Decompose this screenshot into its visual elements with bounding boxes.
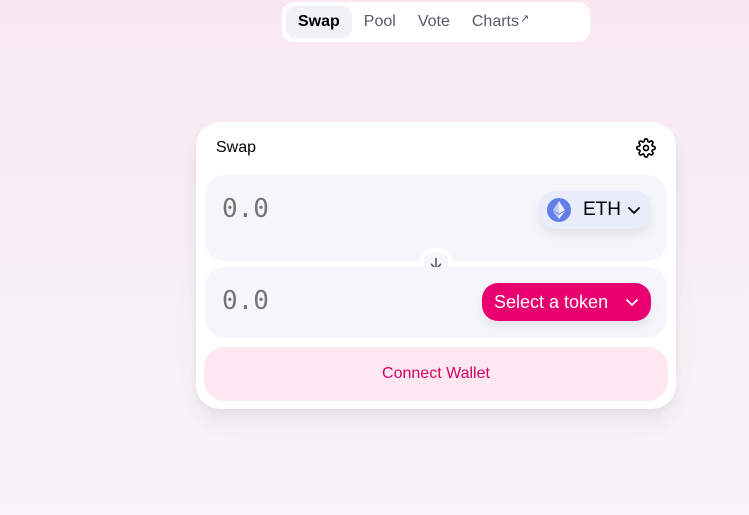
chevron-down-icon <box>626 299 638 306</box>
input-token-select[interactable]: ETH <box>539 191 651 229</box>
select-token-button[interactable]: Select a token <box>482 283 651 321</box>
external-link-icon: ↗ <box>519 12 530 25</box>
tab-vote-label: Vote <box>417 13 450 30</box>
connect-wallet-button[interactable]: Connect Wallet <box>204 347 668 401</box>
input-amount-field[interactable] <box>222 194 442 224</box>
top-nav: Swap Pool Vote Charts ↗ <box>282 2 590 42</box>
select-token-label: Select a token <box>494 291 609 312</box>
tab-pool-label: Pool <box>363 13 396 30</box>
tab-pool[interactable]: Pool <box>354 6 406 38</box>
input-token-label: ETH <box>583 199 621 220</box>
chevron-down-icon <box>628 207 640 214</box>
tab-swap-label: Swap <box>298 13 340 30</box>
swap-card-header: Swap <box>216 138 656 158</box>
output-amount-field[interactable] <box>222 286 442 316</box>
swap-card: Swap ETH <box>196 122 676 409</box>
ethereum-icon <box>547 198 571 222</box>
tab-charts-label: Charts <box>471 13 519 30</box>
tab-charts[interactable]: Charts ↗ <box>462 6 539 38</box>
swap-card-title: Swap <box>216 139 257 156</box>
tab-swap[interactable]: Swap <box>286 6 352 38</box>
gear-icon[interactable] <box>636 138 656 158</box>
tab-vote[interactable]: Vote <box>408 6 460 38</box>
connect-wallet-label: Connect Wallet <box>382 365 490 382</box>
output-panel: Select a token <box>205 267 667 338</box>
